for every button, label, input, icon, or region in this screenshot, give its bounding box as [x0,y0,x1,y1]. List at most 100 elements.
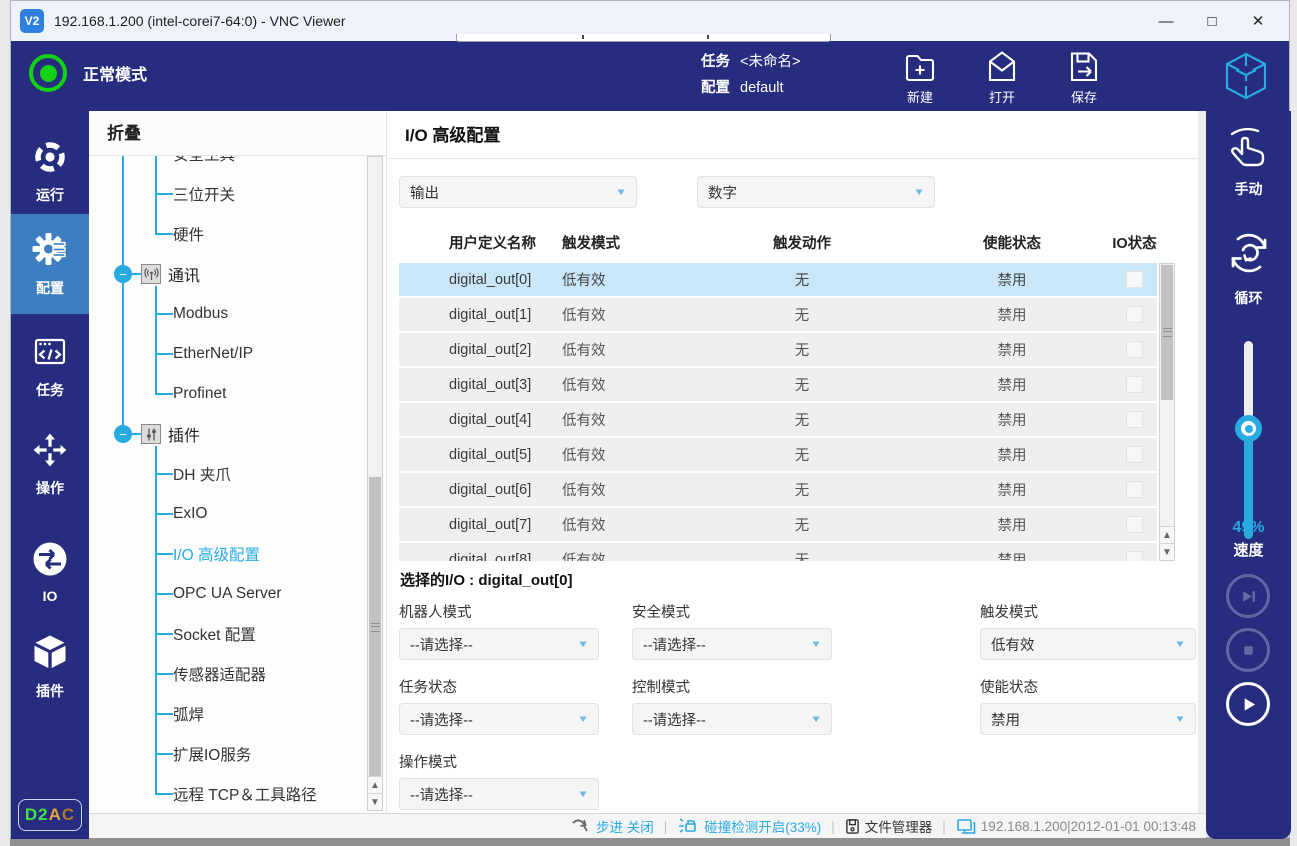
table-row-digital_out-3-[interactable]: digital_out[3]低有效无禁用 [399,368,1157,401]
vnc-toolbar-peek[interactable] [456,34,831,42]
hand-icon [1226,126,1272,173]
config-label: 配置 [701,80,730,96]
io-state-checkbox[interactable] [1126,376,1143,393]
tree-item-opc-ua-server[interactable]: OPC UA Server [89,574,364,614]
chevron-down-icon: ▼ [1174,713,1186,724]
right-item--[interactable]: 手动 [1206,126,1291,199]
tree-item-label: 远程 TCP＆工具路径 [173,783,317,805]
tree-item-ethernet-ip[interactable]: EtherNet/IP [89,334,364,374]
tree-scroll-down-icon[interactable]: ▼ [368,793,382,810]
speed-slider[interactable] [1206,341,1291,541]
maximize-button[interactable]: □ [1189,1,1235,41]
sidebar-item--[interactable]: 配置 [11,214,89,314]
trigger-mode-cell: 低有效 [562,374,692,395]
io-state-checkbox[interactable] [1126,446,1143,463]
sidebar-item--[interactable]: 操作 [11,419,89,511]
form-field-select[interactable]: --请选择--▼ [399,628,599,660]
chevron-down-icon: ▼ [810,638,822,649]
table-scrollbar[interactable]: ▲ ▼ [1159,263,1175,561]
form-field-select[interactable]: --请选择--▼ [399,778,599,810]
tree-item-profinet[interactable]: Profinet [89,374,364,414]
tree-item--[interactable]: 三位开关 [89,174,364,214]
form-field-label: 操作模式 [399,751,632,772]
io-state-checkbox[interactable] [1126,341,1143,358]
io-state-checkbox[interactable] [1126,271,1143,288]
tree-scrollbar-thumb[interactable] [369,477,381,777]
tree-item-label: 弧焊 [173,703,204,725]
target-icon [32,139,68,180]
tree-item-label: 安全工具 [173,156,235,165]
tree-item-socket-[interactable]: Socket 配置 [89,614,364,654]
left-sidebar: 运行配置任务操作 IO插件 D2AC [11,111,89,839]
header-action--[interactable]: 打开 [973,47,1031,106]
close-button[interactable]: ✕ [1235,1,1281,41]
io-type-select[interactable]: 数字 ▼ [697,176,935,208]
sidebar-item-label: 操作 [36,478,64,498]
collapse-minus-icon[interactable]: − [114,425,132,443]
form-field-label: 使能状态 [980,676,1196,697]
table-scrollbar-thumb[interactable] [1161,265,1173,400]
form-field-label: 安全模式 [632,601,980,622]
sidebar-item--[interactable]: 运行 [11,126,89,218]
io-state-checkbox[interactable] [1126,516,1143,533]
stop-button [1226,628,1270,672]
tree-item--[interactable]: 安全工具 [89,156,364,174]
form-field-select[interactable]: --请选择--▼ [399,703,599,735]
tree-scrollbar[interactable]: ▲ ▼ [367,156,383,811]
tree-item--tcp-[interactable]: 远程 TCP＆工具路径 [89,774,364,813]
tree-item-i-o-[interactable]: I/O 高级配置 [89,534,364,574]
play-button[interactable] [1226,682,1270,726]
form-field-select[interactable]: --请选择--▼ [632,703,832,735]
tree-item--[interactable]: 传感器适配器 [89,654,364,694]
io-name-cell: digital_out[8] [449,552,562,562]
table-scroll-up-icon[interactable]: ▲ [1160,526,1174,543]
tree-item-modbus[interactable]: Modbus [89,294,364,334]
table-row-digital_out-8-[interactable]: digital_out[8]低有效无禁用 [399,543,1157,561]
sidebar-item--[interactable]: 任务 [11,321,89,413]
trigger-mode-cell: 低有效 [562,304,692,325]
collapse-minus-icon[interactable]: − [114,265,132,283]
tree-item-label: Profinet [173,385,226,403]
tree-item-dh-[interactable]: DH 夹爪 [89,454,364,494]
right-item--[interactable]: 循环 [1206,229,1291,308]
sidebar-item--[interactable]: 插件 [11,621,89,713]
form-field-select[interactable]: 低有效▼ [980,628,1196,660]
io-direction-select[interactable]: 输出 ▼ [399,176,637,208]
file-manager-button[interactable]: 文件管理器 [845,816,933,836]
tree-item--io-[interactable]: 扩展IO服务 [89,734,364,774]
step-status[interactable]: 步进 关闭 [571,816,654,836]
form-field-select[interactable]: 禁用▼ [980,703,1196,735]
collision-detect-status[interactable]: 碰撞检测开启(33%) [677,816,821,836]
speed-slider-thumb[interactable] [1235,415,1262,442]
tree-item--[interactable]: −插件 [89,414,364,454]
tree-item--[interactable]: 弧焊 [89,694,364,734]
form-field-select[interactable]: --请选择--▼ [632,628,832,660]
sidebar-item-io[interactable]: IO [11,526,89,618]
tree-scroll-up-icon[interactable]: ▲ [368,776,382,793]
tree-item-exio[interactable]: ExIO [89,494,364,534]
table-row-digital_out-7-[interactable]: digital_out[7]低有效无禁用 [399,508,1157,541]
io-state-checkbox[interactable] [1126,411,1143,428]
table-scroll-down-icon[interactable]: ▼ [1160,543,1174,560]
io-name-cell: digital_out[3] [449,377,562,393]
tree-collapse-header[interactable]: 折叠 [89,111,386,156]
table-row-digital_out-2-[interactable]: digital_out[2]低有效无禁用 [399,333,1157,366]
table-row-digital_out-1-[interactable]: digital_out[1]低有效无禁用 [399,298,1157,331]
brand-badge[interactable]: D2AC [18,799,82,831]
io-state-checkbox[interactable] [1126,306,1143,323]
status-green-icon [29,54,67,92]
tree-item--[interactable]: 硬件 [89,214,364,254]
table-row-digital_out-5-[interactable]: digital_out[5]低有效无禁用 [399,438,1157,471]
io-state-checkbox[interactable] [1126,551,1143,561]
table-row-digital_out-0-[interactable]: digital_out[0]低有效无禁用 [399,263,1157,296]
table-row-digital_out-6-[interactable]: digital_out[6]低有效无禁用 [399,473,1157,506]
enable-state-cell: 禁用 [912,549,1112,561]
io-state-checkbox[interactable] [1126,481,1143,498]
trigger-action-cell: 无 [692,374,912,395]
table-row-digital_out-4-[interactable]: digital_out[4]低有效无禁用 [399,403,1157,436]
header-action--[interactable]: 新建 [891,47,949,106]
header-action--[interactable]: 保存 [1055,47,1113,106]
io-name-cell: digital_out[0] [449,272,562,288]
tree-item--[interactable]: −通讯 [89,254,364,294]
minimize-button[interactable]: — [1143,1,1189,41]
